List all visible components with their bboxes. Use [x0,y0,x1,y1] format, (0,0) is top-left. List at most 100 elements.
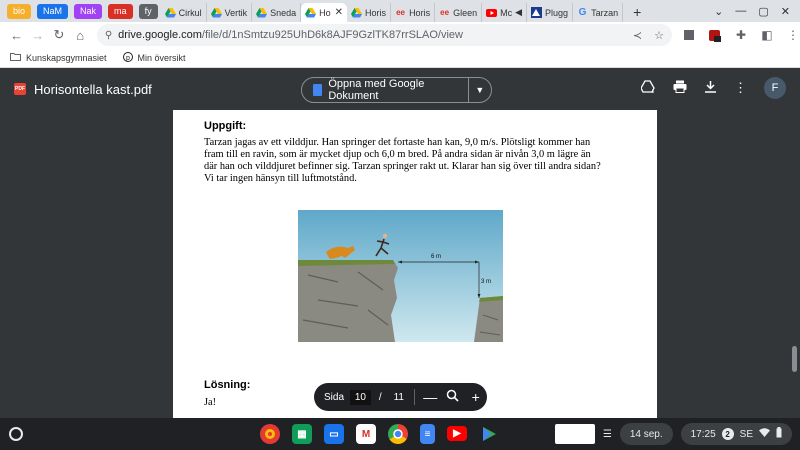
side-panel-icon[interactable]: ◧ [760,28,774,42]
tab-youtube[interactable]: Mc ◀ [482,3,528,22]
download-icon[interactable] [704,80,717,96]
account-avatar[interactable]: F [764,77,786,99]
close-tab-icon[interactable]: ✕ [335,7,343,18]
tab-strip: bio NaM Nak ma fy Cirkul Vertik Sneda Ho… [0,0,800,22]
close-window-icon[interactable]: ✕ [781,5,790,18]
pluggakuten-icon [531,7,543,18]
tab-gleen[interactable]: ee Gleen [435,3,483,22]
extension-square-icon[interactable] [682,28,696,42]
extensions-puzzle-icon[interactable]: ✚ [734,28,748,42]
notification-count: 2 [721,428,734,440]
tab-horisontella-active[interactable]: Ho ✕ [301,3,348,22]
home-icon[interactable]: ⌂ [70,28,91,43]
tab-vertik[interactable]: Vertik [207,3,253,22]
more-options-icon[interactable]: ⋮ [734,80,747,96]
chrome-app-icon[interactable] [388,424,408,444]
zoom-out-button[interactable]: — [419,389,442,405]
bookmark-kunskapsgymnasiet[interactable]: Kunskapsgymnasiet [10,52,107,63]
youtube-icon [486,7,498,18]
bookmark-label: Kunskapsgymnasiet [26,52,107,63]
task-heading: Uppgift: [204,120,247,132]
answer-text: Ja! [204,397,217,408]
restore-icon[interactable]: ▢ [758,5,768,18]
page-navigation-control: Sida 10 / 11 — + [314,383,487,411]
tab-horis[interactable]: Horis [347,3,392,22]
open-with-google-docs-button[interactable]: Öppna med Google Dokument ▼ [301,77,492,103]
bookmark-chip-ma[interactable]: ma [108,4,133,19]
holding-space-preview[interactable] [554,424,595,444]
width-dimension-label: 6 m [431,254,441,260]
pdf-title: Horisontella kast.pdf [34,81,152,97]
browser-toolbar: ← → ↻ ⌂ ⚲ drive.google.com /file/d/1nSmt… [0,22,800,48]
classroom-app-icon[interactable]: ▦ [292,424,312,444]
bookmark-chip-fy[interactable]: fy [138,4,158,19]
scrollbar-thumb[interactable] [792,346,797,372]
tab-label: Cirkul [178,7,202,18]
share-icon[interactable]: ≺ [633,29,642,42]
wifi-icon [759,428,770,440]
zoom-icon[interactable] [442,389,465,405]
tab-horis-ee[interactable]: ee Horis [391,3,436,22]
launcher-button[interactable] [9,427,23,441]
zoom-in-button[interactable]: + [464,389,487,405]
print-icon[interactable] [673,80,687,96]
ravine-illustration: 6 m 3 m [298,210,503,342]
battery-icon [776,427,782,441]
folder-icon [10,52,21,63]
tab-cirkul[interactable]: Cirkul [161,3,207,22]
gmail-app-icon[interactable]: M [356,424,376,444]
solution-heading: Lösning: [204,379,251,391]
bookmarks-bar: Kunskapsgymnasiet p Min översikt [0,48,800,68]
pinterest-icon: p [122,51,133,64]
bookmark-chip-nak[interactable]: Nak [74,4,103,19]
svg-text:p: p [126,55,130,62]
tab-label: Gleen [453,7,478,18]
files-app-icon[interactable]: ▭ [324,424,344,444]
tab-label: Ho [319,7,331,18]
reload-icon[interactable]: ↻ [48,27,69,43]
extension-badge-icon[interactable] [708,28,722,42]
bookmark-star-icon[interactable]: ☆ [654,29,664,42]
back-arrow-icon[interactable]: ← [6,28,27,43]
chrome-menu-icon[interactable]: ⋮ [786,28,800,42]
tab-tarzan[interactable]: G Tarzan [573,3,624,22]
bookmark-chip-nam[interactable]: NaM [37,4,69,19]
clock-text: 17:25 [690,428,716,440]
current-page-input[interactable]: 10 [350,389,371,405]
height-dimension-label: 3 m [481,279,491,285]
drive-icon [164,7,176,18]
bookmark-chip-bio[interactable]: bio [7,4,32,19]
tab-label: Horis [365,7,387,18]
open-with-label: Öppna med Google Dokument [328,78,425,102]
play-store-icon[interactable] [479,424,499,444]
tab-label: Mc [500,7,513,18]
pdf-viewer-header: PDF Horisontella kast.pdf Öppna med Goog… [0,68,800,110]
new-tab-button[interactable]: + [623,4,651,20]
tab-sneda[interactable]: Sneda [252,3,302,22]
add-to-drive-icon[interactable] [640,80,656,96]
speaker-icon: ◀ [515,7,523,17]
minimize-icon[interactable]: — [735,5,746,17]
docs-app-icon[interactable]: ≡ [420,424,435,444]
address-bar[interactable]: ⚲ drive.google.com /file/d/1nSmtzu925UhD… [96,24,672,46]
status-tray[interactable]: 17:25 2 SE [680,423,792,445]
url-path: /file/d/1nSmtzu925UhD6k8AJF9GzlTK87rrSLA… [201,29,463,41]
clipboard-icon[interactable]: ☰ [603,429,612,440]
pdf-page: Uppgift: Tarzan jagas av ett vilddjur. H… [173,110,657,418]
site-info-icon[interactable]: ⚲ [105,30,112,41]
forward-arrow-icon[interactable]: → [27,28,48,43]
google-docs-icon [313,84,323,96]
tab-search-icon[interactable]: ⌄ [714,5,723,18]
url-host: drive.google.com [118,29,202,41]
tab-label: Sneda [270,7,297,18]
youtube-app-icon[interactable]: ▶ [447,426,467,441]
bookmark-min-oversikt[interactable]: p Min översikt [122,51,186,64]
date-tray[interactable]: 14 sep. [619,423,673,445]
input-method-text: SE [739,428,753,440]
chevron-down-icon[interactable]: ▼ [469,85,491,95]
tab-plugg[interactable]: Plugg [527,3,574,22]
tab-label: Horis [409,7,431,18]
photos-app-icon[interactable] [260,424,280,444]
tab-label: Plugg [545,7,569,18]
tab-label: Tarzan [591,7,619,18]
